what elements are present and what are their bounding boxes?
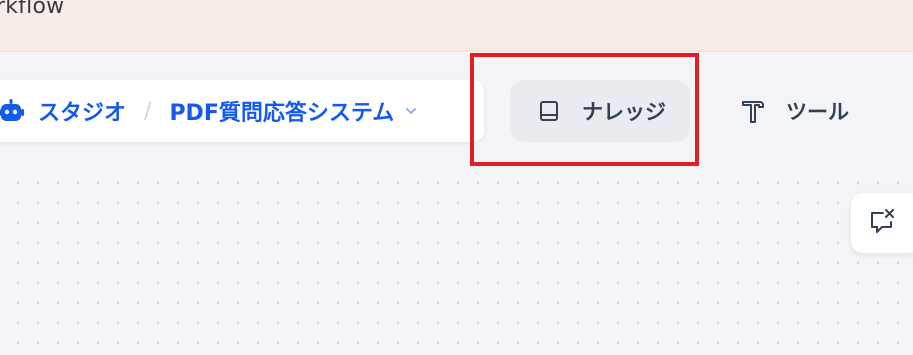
breadcrumb-separator: / — [144, 98, 152, 124]
workflow-canvas[interactable] — [0, 167, 913, 355]
message-close-icon — [869, 207, 897, 239]
breadcrumb-studio-link[interactable]: スタジオ — [38, 95, 126, 127]
robot-icon[interactable] — [0, 98, 24, 124]
breadcrumb-app-name[interactable]: PDF質問応答システム — [169, 95, 394, 127]
top-banner: rkflow — [0, 0, 913, 52]
tab-tools[interactable]: ツール — [726, 80, 876, 142]
banner-title: rkflow — [0, 0, 65, 19]
tab-knowledge-label: ナレッジ — [582, 100, 666, 124]
breadcrumb: スタジオ / PDF質問応答システム — [0, 80, 484, 142]
header-bar: スタジオ / PDF質問応答システム ナレッジ ツール — [0, 52, 913, 167]
tab-knowledge[interactable]: ナレッジ — [510, 80, 690, 142]
comment-toggle-button[interactable] — [851, 193, 913, 253]
tab-tools-label: ツール — [786, 100, 849, 124]
hammer-icon — [740, 98, 766, 124]
book-icon — [536, 98, 562, 124]
chevron-down-icon[interactable] — [404, 104, 418, 118]
